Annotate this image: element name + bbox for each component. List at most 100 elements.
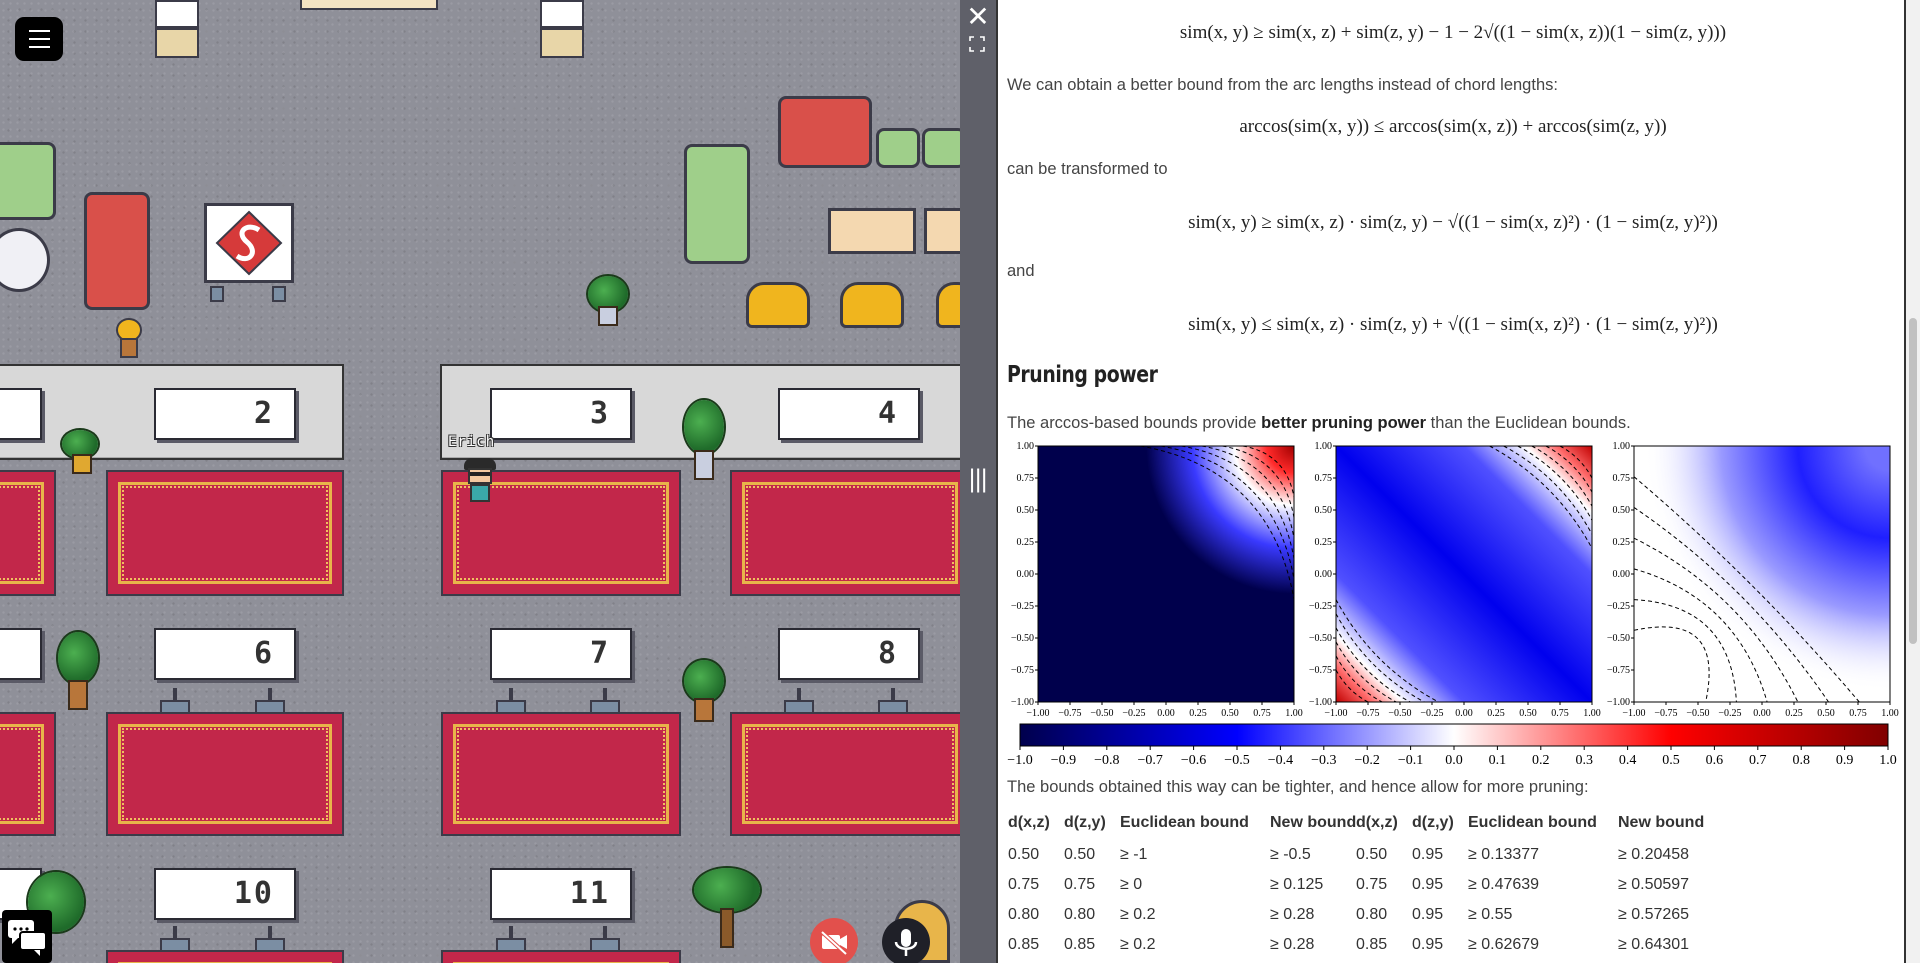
player-avatar[interactable] (462, 458, 498, 506)
potted-plant (684, 660, 724, 726)
table-row: 0.80 0.80 ≥ 0.2 ≥ 0.28 (1004, 900, 1384, 930)
colorbar-tick-label: −1.0 (1007, 753, 1032, 768)
table-cell: ≥ 0.13377 (1468, 846, 1540, 863)
carpet (0, 470, 56, 596)
lamp-base (155, 28, 199, 58)
document-pane[interactable]: sim(x, y) ≥ sim(x, z) + sim(z, y) − 1 − … (996, 0, 1906, 963)
colorbar-figure: −1.0 −0.9 −0.8 −0.7 −0.6 −0.5 −0.4 −0.3 −0.2 −0.1… (1007, 723, 1897, 768)
y-tick-label: 0.00 (1017, 569, 1035, 580)
colorbar-tick-label: −0.7 (1137, 753, 1162, 768)
scrollbar-thumb[interactable] (1909, 318, 1917, 644)
green-sofa (0, 142, 56, 220)
paragraph-transformed: can be transformed to (1007, 160, 1168, 178)
x-tick-label: −0.75 (1058, 708, 1081, 719)
x-tick-label: 0.25 (1189, 708, 1207, 719)
formula-arccos: arccos(sim(x, y)) ≤ arccos(sim(x, z)) + … (1239, 116, 1667, 137)
colorbar-tick-label: −0.3 (1311, 753, 1336, 768)
x-tick-label: −0.50 (1090, 708, 1113, 719)
y-tick-label: 1.00 (1315, 441, 1333, 452)
camera-toggle-button[interactable] (810, 918, 858, 963)
paragraph-and: and (1007, 262, 1035, 280)
table-row: 0.50 0.95 ≥ 0.13377 ≥ 0.20458 (1352, 840, 1732, 870)
carpet (0, 712, 56, 836)
table-cell: ≥ 0.2 (1120, 936, 1156, 953)
x-tick-label: −1.00 (1026, 708, 1049, 719)
table-header: d(z,y) (1412, 814, 1454, 831)
table-cell: 0.75 (1356, 876, 1388, 893)
x-tick-label: −0.50 (1686, 708, 1709, 719)
paragraph-tighter: The bounds obtained this way can be tigh… (1007, 778, 1589, 796)
table-cell: ≥ 0.2 (1120, 906, 1156, 923)
chat-bubbles-icon (8, 920, 47, 956)
red-sofa (778, 96, 872, 168)
table-row: 0.75 0.95 ≥ 0.47639 ≥ 0.50597 (1352, 870, 1732, 900)
sunflower-pot (112, 318, 142, 358)
colorbar-tick-label: 0.7 (1749, 753, 1767, 768)
stand-leg (210, 286, 224, 302)
desk-sign-7: 7 (490, 628, 632, 680)
x-tick-label: −0.50 (1388, 708, 1411, 719)
pruning-text-pre: The arccos-based bounds provide (1007, 414, 1262, 432)
table-row: 0.85 0.85 ≥ 0.2 ≥ 0.28 (1004, 930, 1384, 960)
desk-sign (0, 628, 42, 680)
y-tick-label: 0.25 (1315, 537, 1333, 548)
y-tick-label: −0.75 (1309, 665, 1332, 676)
yellow-chair (840, 282, 904, 328)
table-cell: ≥ 0.57265 (1618, 906, 1690, 923)
x-tick-label: 0.00 (1157, 708, 1175, 719)
y-tick-label: 0.25 (1017, 537, 1035, 548)
potted-plant (58, 632, 98, 716)
bench (828, 208, 916, 254)
bench (924, 208, 960, 254)
palm-tree (694, 868, 760, 962)
table-cell: 0.50 (1064, 846, 1096, 863)
heatmap-panel (1336, 446, 1592, 702)
table-header: d(z,y) (1064, 814, 1106, 831)
green-armchair (684, 144, 750, 264)
drag-handle-icon[interactable]: ||| (968, 465, 988, 493)
formula-upper-bound: sim(x, y) ≤ sim(x, z) · sim(z, y) + √((1… (1188, 314, 1718, 335)
table-row: 0.80 0.95 ≥ 0.55 ≥ 0.57265 (1352, 900, 1732, 930)
scrollbar[interactable] (1906, 0, 1920, 963)
x-tick-label: −0.25 (1420, 708, 1443, 719)
close-icon[interactable]: ✕ (960, 2, 996, 32)
colorbar-gradient (1019, 723, 1889, 747)
table-row: 0.85 0.95 ≥ 0.62679 ≥ 0.64301 (1352, 930, 1732, 960)
y-tick-label: −0.50 (1309, 633, 1332, 644)
pruning-text-bold: better pruning power (1261, 414, 1427, 432)
y-tick-label: −1.00 (1607, 697, 1630, 708)
microphone-button[interactable] (882, 918, 930, 963)
table-cell: 0.80 (1008, 906, 1040, 923)
yellow-chair (746, 282, 810, 328)
bounds-table-left: d(x,z) d(z,y) Euclidean bound New bound 0.5… (1004, 806, 1384, 960)
y-tick-label: 1.00 (1017, 441, 1035, 452)
split-divider[interactable]: ✕ ||| (960, 0, 996, 963)
menu-button[interactable] (15, 17, 63, 61)
y-tick-label: −0.25 (1607, 601, 1630, 612)
x-tick-label: −0.75 (1654, 708, 1677, 719)
desk-sign-6: 6 (154, 628, 296, 680)
y-tick-label: −1.00 (1309, 697, 1332, 708)
table-cell: ≥ 0 (1120, 876, 1143, 893)
x-tick-label: 0.50 (1221, 708, 1239, 719)
heatmap-overlay (1634, 446, 1890, 702)
table-row: 0.75 0.75 ≥ 0 ≥ 0.125 (1004, 870, 1384, 900)
fullscreen-icon[interactable] (969, 36, 985, 52)
carpet (730, 712, 960, 836)
x-tick-label: −0.25 (1122, 708, 1145, 719)
desk-sign-4: 4 (778, 388, 920, 440)
desk-sign-10: 10 (154, 868, 296, 920)
table-cell: 0.85 (1064, 936, 1096, 953)
y-tick-label: 0.25 (1613, 537, 1631, 548)
table-cell: ≥ 0.62679 (1468, 936, 1540, 953)
menu-icon (29, 30, 50, 32)
x-tick-label: 0.00 (1753, 708, 1771, 719)
game-viewport[interactable]: 2 3 4 Erich 6 7 8 10 11 (0, 0, 960, 963)
colorbar-tick-label: −0.5 (1224, 753, 1249, 768)
chat-button[interactable] (2, 910, 52, 963)
colorbar-tick-label: −0.6 (1181, 753, 1206, 768)
table-cell: ≥ 0.50597 (1618, 876, 1690, 893)
x-tick-label: −1.00 (1324, 708, 1347, 719)
potted-plant (684, 400, 724, 484)
lamp (540, 0, 584, 28)
